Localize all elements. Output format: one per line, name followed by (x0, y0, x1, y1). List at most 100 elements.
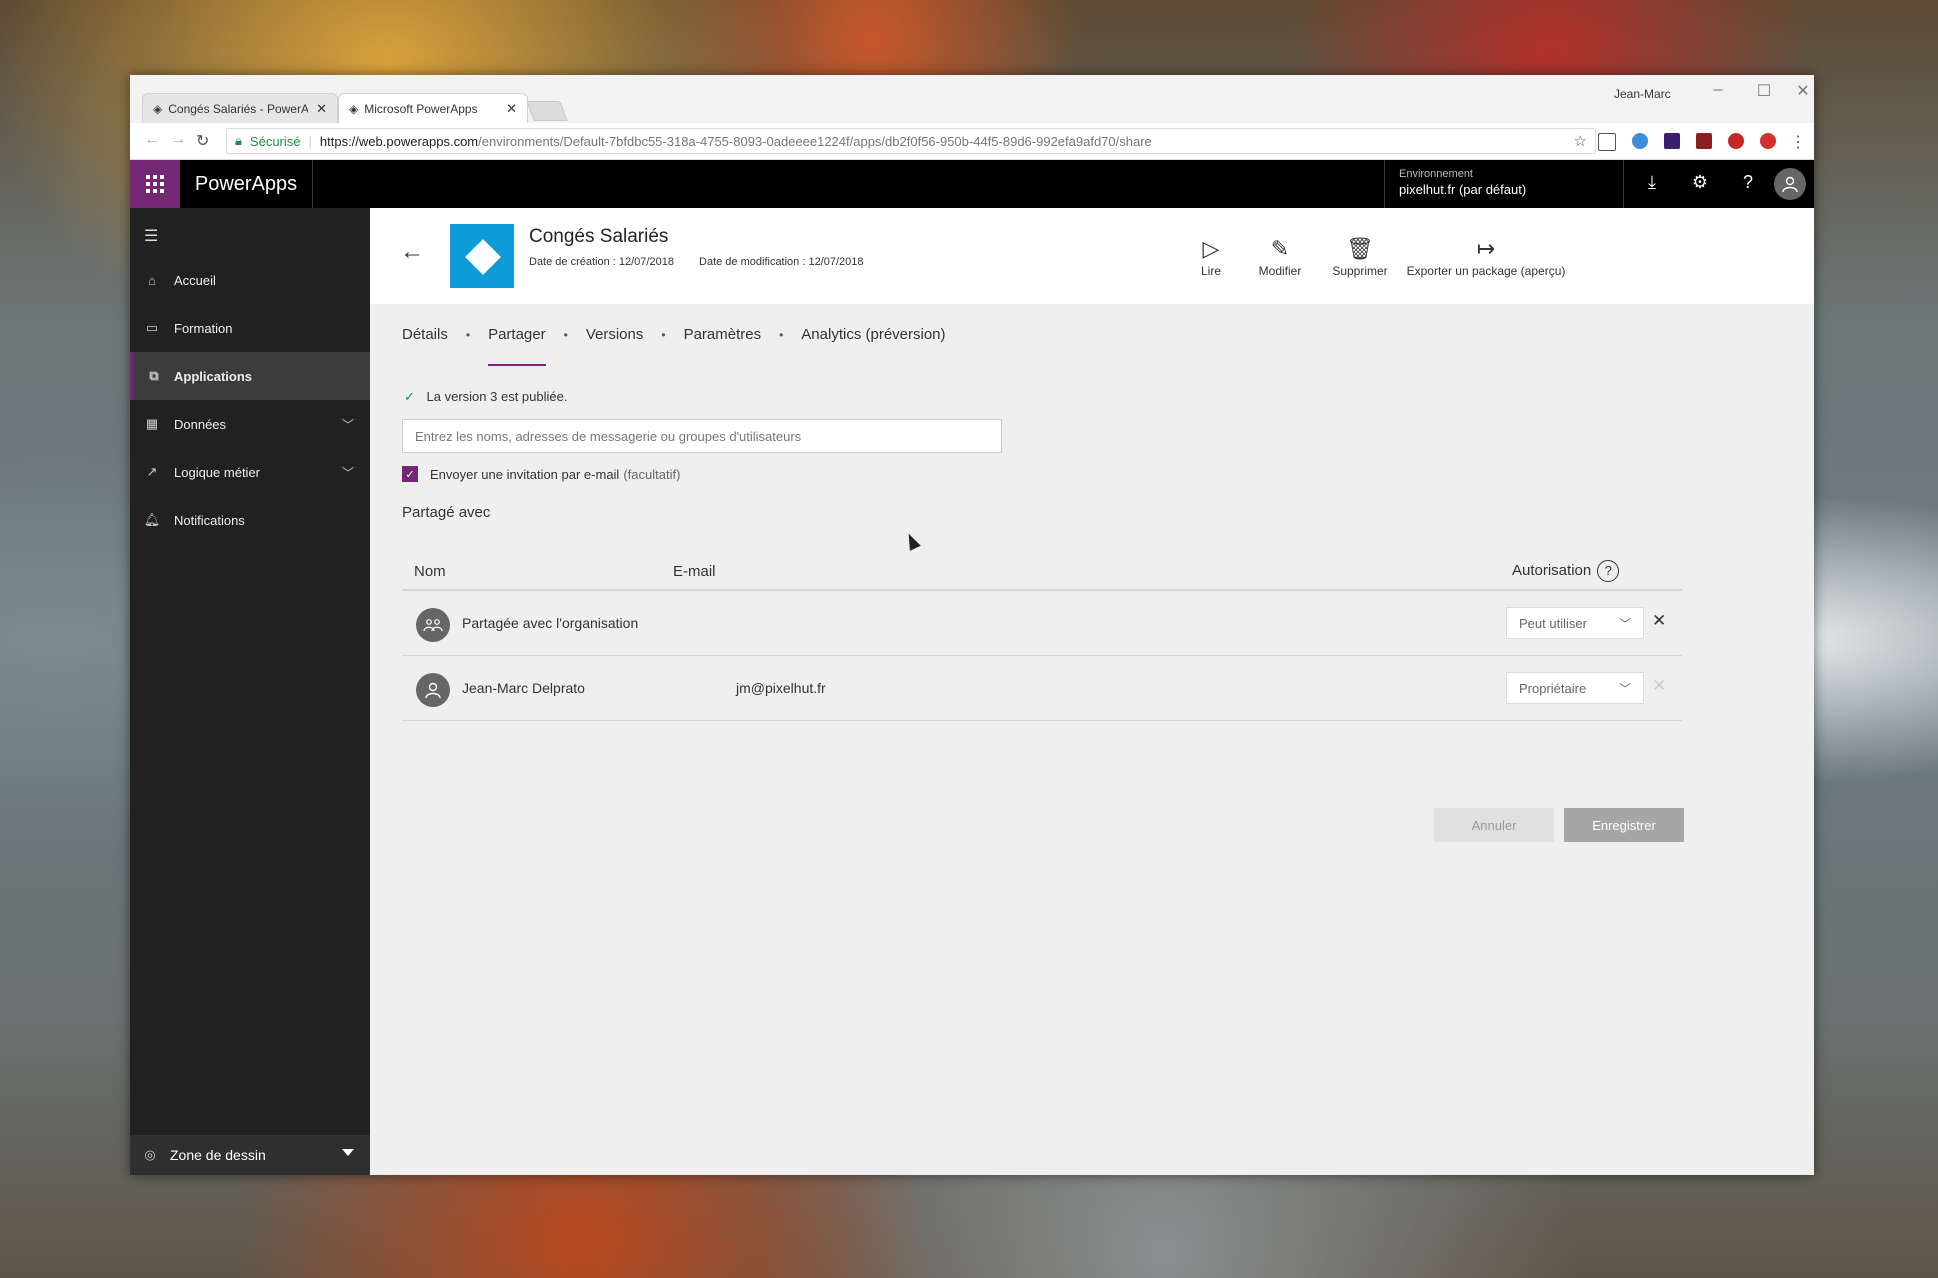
browser-user-label[interactable]: Jean-Marc (1614, 87, 1671, 101)
book-icon: ▭ (145, 320, 159, 335)
help-circle-icon[interactable]: ? (1597, 560, 1620, 582)
shared-with-table: Nom E-mail Autorisation? Partagée avec l… (402, 543, 1682, 721)
reload-icon[interactable]: ↻ (196, 131, 209, 151)
person-icon (425, 682, 441, 699)
new-tab-button[interactable] (526, 101, 568, 121)
published-status: ✓ La version 3 est publiée. (404, 389, 567, 405)
modification-date: Date de modification : 12/07/2018 (699, 256, 864, 268)
browser-tab-conges[interactable]: ◈ Congés Salariés - PowerA ✕ (142, 93, 338, 123)
browser-menu-icon[interactable]: ⋮ (1790, 132, 1806, 152)
tab-details[interactable]: Détails (402, 326, 448, 356)
browser-tab-powerapps[interactable]: ◈ Microsoft PowerApps ✕ (338, 93, 528, 123)
bell-icon: 🔔︎ (143, 512, 161, 527)
share-email: jm@pixelhut.fr (736, 680, 826, 696)
permission-header-label: Autorisation (1512, 562, 1592, 579)
app-details-header: ← Congés Salariés Date de création : 12/… (370, 208, 1814, 304)
environment-value: pixelhut.fr (par défaut) (1399, 182, 1527, 197)
secure-label: Sécurisé (249, 133, 301, 149)
tab-versions[interactable]: Versions (586, 326, 644, 356)
powerapps-favicon-icon: ◈ (349, 101, 359, 116)
sidebar-item-logique-metier[interactable]: ↗ Logique métier ﹀ (130, 448, 370, 496)
share-name: Jean-Marc Delprato (462, 680, 585, 696)
close-window-icon[interactable]: ✕ (1792, 81, 1814, 101)
gear-icon[interactable]: ⚙ (1688, 172, 1712, 193)
permission-dropdown[interactable]: Propriétaire ﹀ (1506, 672, 1644, 704)
minimize-icon[interactable]: – (1700, 81, 1736, 99)
app-launcher-button[interactable] (130, 160, 180, 208)
extension-icon[interactable] (1760, 133, 1776, 149)
canvas-zone-selector[interactable]: ◎ Zone de dessin (130, 1135, 370, 1175)
extension-icon[interactable] (1664, 133, 1680, 149)
app-tabs: Détails • Partager • Versions • Paramètr… (402, 326, 964, 366)
left-navigation: ☰ ⌂ Accueil ▭ Formation ⧉ Applications ▦… (130, 208, 370, 1175)
column-header-permission: Autorisation? (1512, 560, 1620, 582)
extension-badge-icon[interactable] (1728, 133, 1744, 149)
sidebar-item-label: Notifications (174, 512, 245, 528)
bookmark-star-icon[interactable]: ☆ (1574, 132, 1587, 150)
export-package-button[interactable]: ↦ Exporter un package (aperçu) (1406, 236, 1566, 278)
app-dates: Date de création : 12/07/2018 Date de mo… (529, 256, 886, 268)
play-label: Lire (1200, 264, 1221, 278)
sidebar-item-donnees[interactable]: ▦ Données ﹀ (130, 400, 370, 448)
email-invite-option[interactable]: ✓ Envoyer une invitation par e-mail (fac… (402, 466, 680, 482)
close-tab-icon[interactable]: ✕ (316, 101, 327, 117)
shield-extension-icon[interactable] (1632, 133, 1648, 149)
sidebar-item-formation[interactable]: ▭ Formation (130, 304, 370, 352)
browser-tab-label: Congés Salariés - PowerA (168, 101, 309, 116)
back-arrow-icon[interactable]: ← (400, 238, 424, 266)
address-bar: ← → ↻ 🔒︎ Sécurisé | https://web.powerapp… (130, 123, 1814, 160)
sidebar-item-notifications[interactable]: 🔔︎ Notifications (130, 496, 370, 544)
extension-icon[interactable] (1696, 133, 1712, 149)
sidebar-item-label: Accueil (174, 272, 216, 288)
sidebar-item-label: Formation (174, 320, 233, 336)
permission-dropdown[interactable]: Peut utiliser ﹀ (1506, 607, 1644, 639)
tab-analytics[interactable]: Analytics (préversion) (801, 326, 945, 356)
apps-icon: ⧉ (149, 368, 159, 383)
environment-selector[interactable]: Environnement pixelhut.fr (par défaut) (1384, 160, 1624, 208)
trash-icon: 🗑︎ (1346, 236, 1374, 261)
hamburger-menu-icon[interactable]: ☰ (144, 226, 158, 246)
forward-nav-icon[interactable]: → (170, 131, 186, 149)
download-icon[interactable]: ⤓ (1640, 172, 1664, 193)
tab-partager[interactable]: Partager (488, 326, 546, 366)
share-search-input[interactable] (402, 419, 1002, 453)
remove-share-icon[interactable]: ✕ (1652, 611, 1666, 631)
help-icon[interactable]: ? (1736, 172, 1760, 193)
main-content: ← Congés Salariés Date de création : 12/… (370, 208, 1814, 1175)
column-header-email: E-mail (673, 563, 716, 580)
organization-avatar (416, 608, 450, 642)
group-icon (423, 619, 443, 632)
play-button[interactable]: ▷ Lire (1186, 236, 1236, 278)
brand-title[interactable]: PowerApps (180, 160, 313, 208)
tab-parametres[interactable]: Paramètres (684, 326, 762, 356)
sidebar-item-accueil[interactable]: ⌂ Accueil (130, 256, 370, 304)
delete-label: Supprimer (1332, 264, 1388, 278)
remove-share-icon: ✕ (1652, 676, 1667, 695)
back-nav-icon[interactable]: ← (144, 131, 160, 149)
edit-button[interactable]: ✎ Modifier (1244, 236, 1316, 278)
canvas-icon: ◎ (144, 1147, 156, 1162)
invite-optional-label: (facultatif) (623, 466, 681, 482)
column-header-name: Nom (414, 563, 446, 580)
invite-checkbox[interactable]: ✓ (402, 466, 418, 482)
chevron-down-icon[interactable]: ﹀ (342, 464, 354, 481)
caret-down-icon (342, 1149, 354, 1156)
cancel-button[interactable]: Annuler (1434, 808, 1554, 842)
chevron-down-icon[interactable]: ﹀ (342, 416, 354, 433)
shared-with-title: Partagé avec (402, 504, 491, 521)
url-host: https://web.powerapps.com (319, 133, 479, 149)
sidebar-item-applications[interactable]: ⧉ Applications (130, 352, 370, 400)
delete-button[interactable]: 🗑︎ Supprimer (1320, 236, 1400, 278)
checkmark-icon: ✓ (404, 389, 415, 404)
url-field[interactable]: 🔒︎ Sécurisé | https://web.powerapps.com … (226, 128, 1596, 154)
save-button[interactable]: Enregistrer (1564, 808, 1684, 842)
close-tab-icon[interactable]: ✕ (506, 101, 517, 117)
table-header: Nom E-mail Autorisation? (402, 543, 1682, 591)
creation-date: Date de création : 12/07/2018 (529, 256, 674, 268)
browser-titlebar: ◈ Congés Salariés - PowerA ✕ ◈ Microsoft… (130, 75, 1814, 123)
maximize-icon[interactable]: ☐ (1746, 81, 1782, 101)
person-icon (1782, 176, 1798, 193)
user-avatar[interactable] (1774, 168, 1806, 200)
permission-value: Propriétaire (1519, 680, 1587, 696)
cast-icon[interactable] (1598, 133, 1616, 151)
